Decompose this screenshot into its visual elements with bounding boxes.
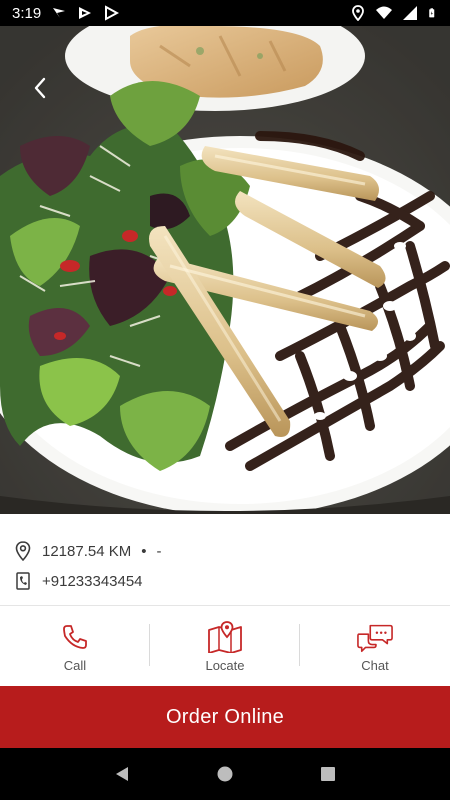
- nav-home-button[interactable]: [210, 759, 240, 789]
- system-nav-bar: [0, 748, 450, 800]
- square-recents-icon: [321, 767, 336, 781]
- phone-icon: [57, 620, 93, 654]
- location-pin-icon: [14, 541, 32, 561]
- nav-back-button[interactable]: [107, 759, 137, 789]
- wifi-icon: [376, 6, 392, 19]
- navigation-flag-icon: [53, 8, 66, 18]
- separator-dot: •: [141, 542, 147, 560]
- chat-button[interactable]: Chat: [300, 606, 450, 686]
- action-bar: Call Locate Chat: [0, 606, 450, 686]
- status-bar: 3:19: [0, 0, 450, 26]
- location-status-icon: [352, 5, 364, 21]
- battery-icon: [429, 8, 435, 18]
- play-store-icon-2: [105, 5, 120, 21]
- phone-book-icon: [14, 571, 32, 591]
- food-illustration: [0, 26, 450, 514]
- locate-label: Locate: [205, 657, 245, 673]
- signal-icon: [403, 6, 417, 20]
- chevron-left-icon: [34, 77, 46, 99]
- restaurant-info: 12187.54 KM • - +91233343454: [0, 514, 450, 606]
- restaurant-photo: [0, 26, 450, 514]
- phone-number-text: +91233343454: [42, 572, 143, 590]
- chat-bubbles-icon: [357, 620, 393, 654]
- back-button[interactable]: [26, 74, 54, 102]
- nav-recents-button[interactable]: [313, 759, 343, 789]
- triangle-back-icon: [115, 767, 128, 781]
- distance-text: 12187.54 KM: [42, 542, 132, 560]
- map-icon: [207, 620, 243, 654]
- extra-info-text: -: [156, 542, 162, 560]
- call-label: Call: [63, 657, 87, 673]
- distance-row: 12187.54 KM • -: [0, 536, 450, 566]
- phone-row[interactable]: +91233343454: [0, 566, 450, 596]
- call-button[interactable]: Call: [0, 606, 150, 686]
- chat-label: Chat: [361, 657, 389, 673]
- locate-button[interactable]: Locate: [150, 606, 300, 686]
- order-online-button[interactable]: Order Online: [0, 686, 450, 748]
- circle-home-icon: [217, 766, 233, 782]
- status-time: 3:19: [12, 4, 42, 22]
- play-store-icon: [79, 7, 92, 19]
